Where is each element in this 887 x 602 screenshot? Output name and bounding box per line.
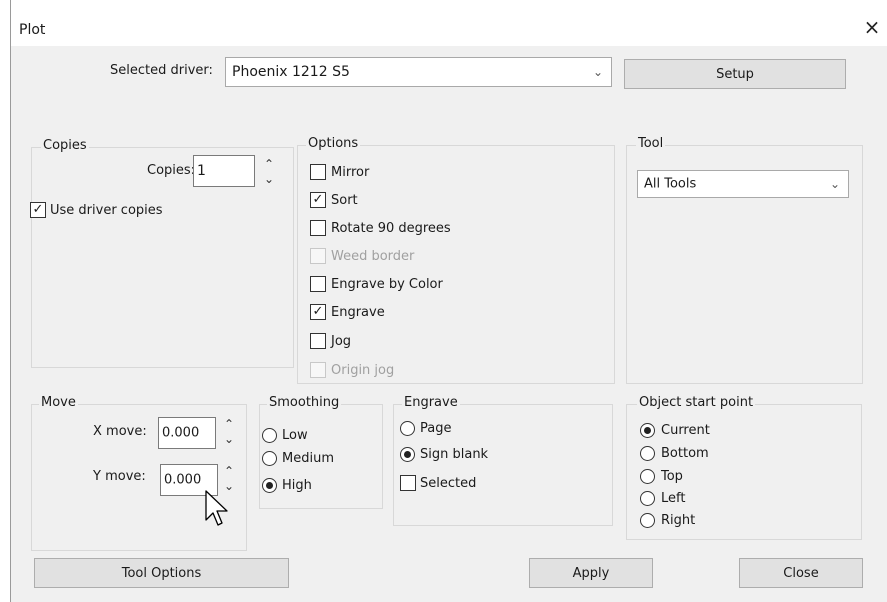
y-move-label: Y move: xyxy=(93,469,146,484)
smoothing-high-radio[interactable] xyxy=(262,478,277,493)
check-icon: ✓ xyxy=(312,192,324,207)
weed-border-label: Weed border xyxy=(331,249,415,264)
use-driver-copies-checkbox[interactable]: ✓ xyxy=(30,202,46,218)
smoothing-group-title: Smoothing xyxy=(267,395,342,410)
start-left-radio[interactable] xyxy=(640,491,655,506)
start-top-radio[interactable] xyxy=(640,469,655,484)
driver-select[interactable]: Phoenix 1212 S5 ⌄ xyxy=(225,57,612,87)
origin-jog-checkbox xyxy=(310,362,326,378)
origin-jog-label: Origin jog xyxy=(331,363,395,378)
check-icon: ✓ xyxy=(32,202,44,217)
engrave-sign-blank-label: Sign blank xyxy=(420,447,489,462)
selected-driver-label: Selected driver: xyxy=(110,63,213,78)
smoothing-low-label: Low xyxy=(282,428,308,443)
apply-button[interactable]: Apply xyxy=(529,558,653,588)
close-button[interactable]: Close xyxy=(739,558,863,588)
tool-options-button[interactable]: Tool Options xyxy=(34,558,289,588)
chevron-up-icon[interactable]: ⌃ xyxy=(262,158,276,170)
chevron-down-icon: ⌄ xyxy=(829,177,840,191)
start-left-label: Left xyxy=(661,491,686,506)
move-group-title: Move xyxy=(39,395,78,410)
start-bottom-radio[interactable] xyxy=(640,446,655,461)
mirror-label: Mirror xyxy=(331,165,370,180)
driver-select-value: Phoenix 1212 S5 xyxy=(232,64,350,80)
start-top-label: Top xyxy=(661,469,683,484)
start-bottom-label: Bottom xyxy=(661,446,709,461)
mouse-pointer-icon xyxy=(205,490,228,526)
engrave-group-title: Engrave xyxy=(402,395,460,410)
smoothing-medium-label: Medium xyxy=(282,451,334,466)
engrave-selected-checkbox[interactable] xyxy=(400,475,416,491)
rotate-90-label: Rotate 90 degrees xyxy=(331,221,451,236)
smoothing-medium-radio[interactable] xyxy=(262,451,277,466)
options-group-title: Options xyxy=(306,136,361,151)
tool-select[interactable]: All Tools ⌄ xyxy=(637,170,849,198)
jog-label: Jog xyxy=(331,334,352,349)
chevron-up-icon[interactable]: ⌃ xyxy=(222,465,236,477)
mirror-checkbox[interactable] xyxy=(310,164,326,180)
engrave-page-label: Page xyxy=(420,421,452,436)
sort-label: Sort xyxy=(331,193,358,208)
chevron-down-icon[interactable]: ⌄ xyxy=(262,173,276,185)
weed-border-checkbox xyxy=(310,248,326,264)
chevron-down-icon: ⌄ xyxy=(592,65,603,79)
engrave-sign-blank-radio[interactable] xyxy=(400,447,415,462)
title-bar: Plot × xyxy=(11,0,887,46)
engrave-label: Engrave xyxy=(331,305,385,320)
x-move-input[interactable]: 0.000 xyxy=(158,417,216,449)
start-point-group-title: Object start point xyxy=(637,395,756,410)
window-title: Plot xyxy=(19,22,46,38)
sort-checkbox[interactable]: ✓ xyxy=(310,192,326,208)
engrave-by-color-checkbox[interactable] xyxy=(310,276,326,292)
copies-group-title: Copies xyxy=(41,138,89,153)
engrave-by-color-label: Engrave by Color xyxy=(331,277,443,292)
rotate-90-checkbox[interactable] xyxy=(310,220,326,236)
engrave-selected-label: Selected xyxy=(420,476,477,491)
engrave-checkbox[interactable]: ✓ xyxy=(310,304,326,320)
x-move-label: X move: xyxy=(93,424,147,439)
smoothing-high-label: High xyxy=(282,478,312,493)
engrave-page-radio[interactable] xyxy=(400,421,415,436)
y-move-value: 0.000 xyxy=(164,472,202,488)
chevron-up-icon[interactable]: ⌃ xyxy=(222,418,236,430)
copies-label: Copies: xyxy=(147,163,196,178)
start-current-label: Current xyxy=(661,423,710,438)
chevron-down-icon[interactable]: ⌄ xyxy=(222,433,236,445)
plot-dialog: Plot × Selected driver: Phoenix 1212 S5 … xyxy=(10,0,887,602)
check-icon: ✓ xyxy=(312,304,324,319)
start-right-radio[interactable] xyxy=(640,513,655,528)
use-driver-copies-label: Use driver copies xyxy=(50,203,163,218)
tool-group-title: Tool xyxy=(636,136,666,151)
copies-input[interactable]: 1 xyxy=(193,155,255,187)
close-window-button[interactable]: × xyxy=(862,17,882,37)
start-current-radio[interactable] xyxy=(640,423,655,438)
copies-value: 1 xyxy=(197,163,206,179)
tool-select-value: All Tools xyxy=(644,176,697,192)
setup-button[interactable]: Setup xyxy=(624,59,846,89)
x-move-value: 0.000 xyxy=(162,425,200,441)
start-right-label: Right xyxy=(661,513,696,528)
smoothing-low-radio[interactable] xyxy=(262,428,277,443)
jog-checkbox[interactable] xyxy=(310,333,326,349)
